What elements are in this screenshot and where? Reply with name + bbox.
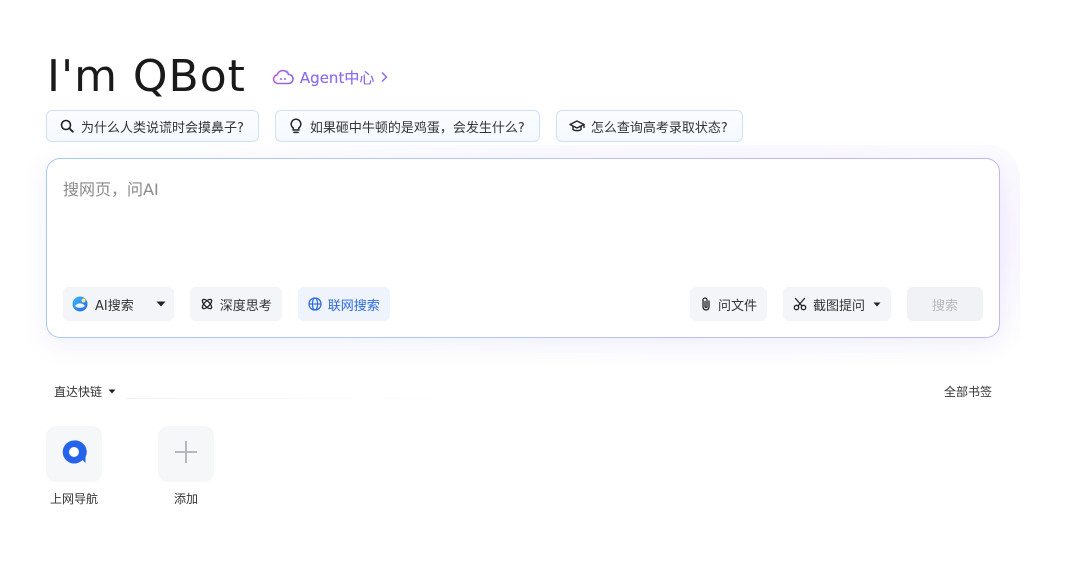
suggestion-text: 怎么查询高考录取状态? <box>590 120 728 136</box>
shortcut-tile <box>46 426 102 482</box>
agent-center-label: Agent中心 <box>299 68 375 87</box>
search-submit-button[interactable]: 搜索 <box>907 287 983 321</box>
shortcut-label: 上网导航 <box>49 492 98 506</box>
shortcut-grid: 上网导航 添加 <box>46 426 214 507</box>
search-icon <box>59 118 75 134</box>
screenshot-ask-dropdown[interactable]: 截图提问 <box>782 287 891 321</box>
ai-search-dropdown[interactable]: AI搜索 <box>63 287 174 321</box>
ai-search-label: AI搜索 <box>95 298 134 314</box>
suggestion-chips: 为什么人类说谎时会摸鼻子? 如果砸中牛顿的是鸡蛋，会发生什么? 怎么查询高考录取… <box>46 110 743 142</box>
paperclip-icon <box>700 296 712 312</box>
atom-icon <box>200 297 214 311</box>
cloud-bot-icon <box>272 68 294 86</box>
suggestion-text: 为什么人类说谎时会摸鼻子? <box>81 120 244 136</box>
caret-down-icon <box>156 299 166 310</box>
quick-links-divider <box>126 398 440 399</box>
shortcut-add[interactable]: 添加 <box>158 426 214 507</box>
all-bookmarks-link[interactable]: 全部书签 <box>944 383 992 400</box>
ask-file-label: 问文件 <box>717 298 757 314</box>
web-search-label: 联网搜索 <box>327 298 380 314</box>
graduation-cap-icon <box>569 118 585 134</box>
quick-links-label: 直达快链 <box>54 385 103 399</box>
deep-think-label: 深度思考 <box>219 298 272 314</box>
suggestion-chip-1[interactable]: 为什么人类说谎时会摸鼻子? <box>46 110 259 142</box>
shortcut-label: 添加 <box>173 492 198 506</box>
chevron-right-icon <box>380 71 388 83</box>
search-tools-left: AI搜索 深度思考 联网搜索 <box>63 287 390 321</box>
web-search-toggle[interactable]: 联网搜索 <box>297 287 390 321</box>
globe-icon <box>308 297 322 311</box>
shortcut-web-nav[interactable]: 上网导航 <box>46 426 102 507</box>
suggestion-text: 如果砸中牛顿的是鸡蛋，会发生什么? <box>309 120 525 136</box>
brand-row: I'm QBot Agent中心 <box>47 52 388 102</box>
lightbulb-icon <box>288 118 304 134</box>
shortcut-tile <box>158 426 214 482</box>
caret-down-icon <box>873 299 881 310</box>
suggestion-chip-2[interactable]: 如果砸中牛顿的是鸡蛋，会发生什么? <box>274 110 540 142</box>
suggestion-chip-3[interactable]: 怎么查询高考录取状态? <box>555 110 743 142</box>
agent-center-link[interactable]: Agent中心 <box>272 67 388 88</box>
search-input[interactable] <box>63 177 963 201</box>
deep-think-button[interactable]: 深度思考 <box>189 287 282 321</box>
ask-file-button[interactable]: 问文件 <box>689 287 767 321</box>
qbot-home-page: I'm QBot Agent中心 为什么人类说谎时会摸鼻子? 如果砸中牛顿的是鸡… <box>0 0 1071 561</box>
ai-search-icon <box>71 295 89 313</box>
screenshot-ask-label: 截图提问 <box>812 298 865 314</box>
caret-down-icon <box>108 387 116 397</box>
qbot-logo-icon <box>61 439 87 469</box>
search-tools-right: 问文件 截图提问 搜索 <box>689 287 983 321</box>
page-title: I'm QBot <box>47 51 246 102</box>
plus-icon <box>173 439 199 469</box>
scissors-icon <box>793 297 807 311</box>
quick-links-dropdown[interactable]: 直达快链 <box>54 383 116 400</box>
search-box: AI搜索 深度思考 联网搜索 <box>46 158 1000 338</box>
